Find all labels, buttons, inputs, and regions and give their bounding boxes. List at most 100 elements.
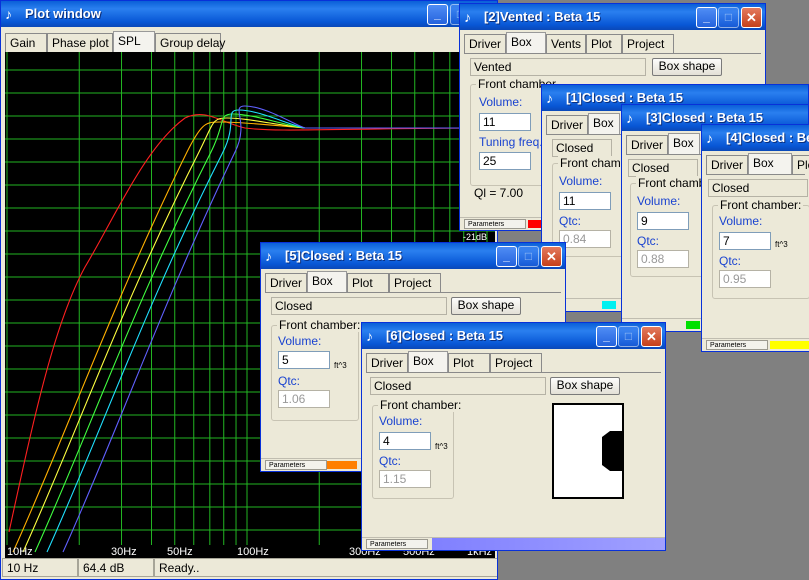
tab-project[interactable]: Project bbox=[389, 273, 441, 292]
volume-input[interactable]: 4 bbox=[379, 432, 431, 450]
volume-label: Volume: bbox=[719, 214, 763, 228]
box-shape-button[interactable]: Box shape bbox=[550, 377, 620, 395]
axis-label-100hz: 100Hz bbox=[237, 546, 269, 558]
window-title: [4]Closed : Beta 15 bbox=[726, 130, 809, 145]
close-button[interactable]: ✕ bbox=[741, 7, 762, 28]
window-title: [5]Closed : Beta 15 bbox=[285, 248, 403, 263]
tab-driver[interactable]: Driver bbox=[366, 353, 408, 372]
ql-label: Ql = 7.00 bbox=[474, 186, 524, 200]
front-chamber-group: Front chamber: Volume: 5 ft^3 Qtc: 1.06 bbox=[271, 318, 363, 421]
tab-box[interactable]: Box bbox=[668, 133, 700, 154]
volume-input[interactable]: 11 bbox=[479, 113, 531, 131]
volume-input[interactable]: 7 bbox=[719, 232, 771, 250]
parameters-button[interactable]: Parameters bbox=[366, 539, 428, 549]
app-icon: ♪ bbox=[706, 130, 713, 146]
group-title: Front chamber: bbox=[277, 318, 363, 332]
curve-color-swatch bbox=[602, 301, 616, 309]
app-icon: ♪ bbox=[366, 328, 373, 344]
tab-driver[interactable]: Driver bbox=[546, 115, 588, 134]
closed-window-6: ♪ [6]Closed : Beta 15 _ □ ✕ Driver Box P… bbox=[361, 322, 666, 551]
window-title: [3]Closed : Beta 15 bbox=[646, 110, 764, 125]
app-icon: ♪ bbox=[5, 6, 12, 22]
tab-plot[interactable]: Plo bbox=[792, 155, 809, 174]
window-title: [1]Closed : Beta 15 bbox=[566, 90, 684, 105]
minimize-button[interactable]: _ bbox=[427, 4, 448, 25]
status-message: Ready.. bbox=[154, 558, 497, 577]
vented-window-titlebar[interactable]: ♪ [2]Vented : Beta 15 _ □ ✕ bbox=[460, 4, 765, 30]
close-button[interactable]: ✕ bbox=[641, 326, 662, 347]
minimize-button[interactable]: _ bbox=[696, 7, 717, 28]
volume-input[interactable]: 11 bbox=[559, 192, 611, 210]
parameters-button[interactable]: Parameters bbox=[265, 460, 327, 470]
volume-label: Volume: bbox=[559, 174, 603, 188]
tab-box[interactable]: Box bbox=[506, 32, 546, 53]
qtc-field: 1.06 bbox=[278, 390, 330, 408]
volume-label: Volume: bbox=[479, 95, 523, 109]
maximize-button[interactable]: □ bbox=[518, 246, 539, 267]
qtc-field: 0.84 bbox=[559, 230, 611, 248]
box-type-field: Closed bbox=[271, 297, 447, 315]
box-type-field: Closed bbox=[628, 159, 698, 177]
axis-label-50hz: 50Hz bbox=[167, 546, 193, 558]
status-level: 64.4 dB bbox=[78, 558, 154, 577]
parameters-button[interactable]: Parameters bbox=[464, 219, 526, 229]
tab-box[interactable]: Box bbox=[408, 351, 448, 372]
tab-project[interactable]: Project bbox=[622, 34, 674, 53]
volume-label: Volume: bbox=[379, 414, 423, 428]
tab-box[interactable]: Box bbox=[748, 153, 792, 174]
window-title: [2]Vented : Beta 15 bbox=[484, 9, 601, 24]
qtc-field: 0.95 bbox=[719, 270, 771, 288]
status-frequency: 10 Hz bbox=[2, 558, 78, 577]
maximize-button[interactable]: □ bbox=[718, 7, 739, 28]
volume-label: Volume: bbox=[278, 334, 322, 348]
tab-gain[interactable]: Gain bbox=[5, 33, 47, 52]
volume-input[interactable]: 9 bbox=[637, 212, 689, 230]
app-icon: ♪ bbox=[546, 90, 553, 106]
curve-color-swatch bbox=[327, 461, 357, 469]
tab-driver[interactable]: Driver bbox=[626, 135, 668, 154]
tab-project[interactable]: Project bbox=[490, 353, 542, 372]
qtc-label: Qtc: bbox=[278, 374, 301, 388]
box-type-field: Vented bbox=[470, 58, 646, 76]
tab-spl[interactable]: SPL bbox=[113, 31, 155, 52]
qtc-field: 0.88 bbox=[637, 250, 689, 268]
close-button[interactable]: ✕ bbox=[541, 246, 562, 267]
minimize-button[interactable]: _ bbox=[496, 246, 517, 267]
front-chamber-group: Front chamber Volume: 9 Qtc: 0.88 bbox=[630, 176, 719, 277]
tuning-freq-label: Tuning freq.: bbox=[479, 135, 546, 149]
qtc-label: Qtc: bbox=[559, 214, 582, 228]
tab-box[interactable]: Box bbox=[588, 113, 620, 134]
closed-window-titlebar[interactable]: ♪ [5]Closed : Beta 15 _ □ ✕ bbox=[261, 243, 565, 269]
tab-driver[interactable]: Driver bbox=[464, 34, 506, 53]
closed-window-titlebar[interactable]: ♪ [6]Closed : Beta 15 _ □ ✕ bbox=[362, 323, 665, 349]
speaker-icon bbox=[602, 431, 622, 471]
tab-phase-plot[interactable]: Phase plot bbox=[47, 33, 113, 52]
volume-label: Volume: bbox=[637, 194, 681, 208]
box-shape-button[interactable]: Box shape bbox=[652, 58, 722, 76]
group-title: Front chamber: bbox=[378, 398, 464, 412]
tab-plot[interactable]: Plot bbox=[586, 34, 622, 53]
box-shape-button[interactable]: Box shape bbox=[451, 297, 521, 315]
status-bar: 10 Hz 64.4 dB Ready.. bbox=[2, 558, 497, 578]
minimize-button[interactable]: _ bbox=[596, 326, 617, 347]
tab-group-delay[interactable]: Group delay bbox=[155, 33, 225, 52]
maximize-button[interactable]: □ bbox=[618, 326, 639, 347]
box-type-field: Closed bbox=[708, 179, 808, 197]
app-icon: ♪ bbox=[626, 110, 633, 126]
tab-driver[interactable]: Driver bbox=[706, 155, 748, 174]
qtc-label: Qtc: bbox=[379, 454, 402, 468]
parameters-button[interactable]: Parameters bbox=[706, 340, 768, 350]
tab-driver[interactable]: Driver bbox=[265, 273, 307, 292]
plot-window-titlebar[interactable]: ♪ Plot window _ □ bbox=[1, 1, 497, 27]
tab-plot[interactable]: Plot bbox=[448, 353, 490, 372]
volume-input[interactable]: 5 bbox=[278, 351, 330, 369]
tab-box[interactable]: Box bbox=[307, 271, 347, 292]
tuning-freq-input[interactable]: 25 bbox=[479, 152, 531, 170]
closed-window-titlebar[interactable]: ♪ [4]Closed : Beta 15 bbox=[702, 125, 809, 151]
curve-color-swatch bbox=[686, 321, 700, 329]
box-shape-preview bbox=[552, 403, 624, 499]
volume-unit: ft^3 bbox=[435, 442, 448, 451]
tab-vents[interactable]: Vents bbox=[546, 34, 586, 53]
tab-plot[interactable]: Plot bbox=[347, 273, 389, 292]
group-title: Front chamber: bbox=[718, 198, 804, 212]
